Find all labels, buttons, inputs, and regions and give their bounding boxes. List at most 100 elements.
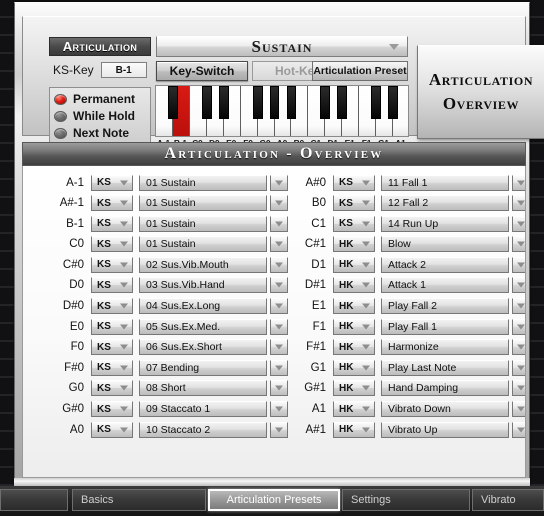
row-articulation-dropdown-button[interactable] [270,359,288,376]
row-articulation-field[interactable]: Vibrato Down [381,401,509,418]
row-articulation-field[interactable]: 04 Sus.Ex.Long [139,298,267,315]
tab-settings[interactable]: Settings [342,489,470,511]
row-articulation-field[interactable]: 12 Fall 2 [381,195,509,212]
row-articulation-field[interactable]: Attack 1 [381,277,509,294]
black-key-c0-sharp[interactable] [201,86,212,119]
row-articulation-field[interactable]: 08 Short [139,380,267,397]
trigger-mode-next-note[interactable]: Next Note [54,125,150,142]
row-type-dropdown[interactable]: KS [91,359,133,376]
row-articulation-dropdown-button[interactable] [512,298,525,315]
row-type-dropdown[interactable]: KS [91,174,133,191]
row-type-dropdown[interactable]: KS [333,174,375,191]
row-articulation-field[interactable]: 11 Fall 1 [381,174,509,191]
row-articulation-field[interactable]: 14 Run Up [381,215,509,232]
row-articulation-dropdown-button[interactable] [270,298,288,315]
row-articulation-field[interactable]: 07 Bending [139,359,267,376]
row-type-dropdown[interactable]: HK [333,339,375,356]
row-articulation-field[interactable]: 03 Sus.Vib.Hand [139,277,267,294]
row-type-dropdown[interactable]: HK [333,236,375,253]
row-articulation-field[interactable]: Vibrato Up [381,421,509,438]
row-articulation-field[interactable]: 01 Sustain [139,195,267,212]
black-key-c1-sharp[interactable] [320,86,331,119]
tab-articulation-presets[interactable]: Articulation Presets [208,489,340,511]
row-type-dropdown[interactable]: KS [91,318,133,335]
row-articulation-field[interactable]: 09 Staccato 1 [139,401,267,418]
row-articulation-dropdown-button[interactable] [512,277,525,294]
row-articulation-field[interactable]: Play Last Note [381,359,509,376]
trigger-mode-permanent[interactable]: Permanent [54,91,150,108]
row-type-dropdown[interactable]: KS [91,236,133,253]
row-type-dropdown[interactable]: KS [333,215,375,232]
row-type-dropdown[interactable]: HK [333,401,375,418]
row-articulation-dropdown-button[interactable] [512,256,525,273]
row-type-dropdown[interactable]: KS [91,195,133,212]
row-articulation-dropdown-button[interactable] [270,380,288,397]
piano-keyboard[interactable] [155,85,409,137]
row-articulation-field[interactable]: 05 Sus.Ex.Med. [139,318,267,335]
row-type-dropdown[interactable]: KS [91,380,133,397]
row-articulation-dropdown-button[interactable] [512,174,525,191]
row-articulation-dropdown-button[interactable] [512,195,525,212]
row-articulation-dropdown-button[interactable] [270,195,288,212]
row-type-dropdown[interactable]: KS [91,215,133,232]
row-type-dropdown[interactable]: KS [91,339,133,356]
row-articulation-field[interactable]: 01 Sustain [139,236,267,253]
row-articulation-dropdown-button[interactable] [270,339,288,356]
row-articulation-field[interactable]: Hand Damping [381,380,509,397]
row-articulation-field[interactable]: 01 Sustain [139,215,267,232]
row-articulation-dropdown-button[interactable] [512,339,525,356]
row-articulation-dropdown-button[interactable] [512,215,525,232]
row-articulation-dropdown-button[interactable] [512,421,525,438]
row-type-dropdown[interactable]: KS [91,401,133,418]
black-key-f0-sharp[interactable] [252,86,263,119]
black-key-g0-sharp[interactable] [269,86,280,119]
row-articulation-dropdown-button[interactable] [270,318,288,335]
row-type-dropdown[interactable]: KS [91,298,133,315]
row-articulation-dropdown-button[interactable] [270,215,288,232]
row-articulation-dropdown-button[interactable] [270,277,288,294]
tab-basics[interactable]: Basics [72,489,206,511]
row-type-dropdown[interactable]: HK [333,298,375,315]
black-key-d0-sharp[interactable] [218,86,229,119]
row-articulation-dropdown-button[interactable] [270,421,288,438]
key-switch-button[interactable]: Key-Switch [156,61,248,81]
row-articulation-field[interactable]: 02 Sus.Vib.Mouth [139,256,267,273]
row-articulation-field[interactable]: 06 Sus.Ex.Short [139,339,267,356]
row-articulation-dropdown-button[interactable] [270,256,288,273]
row-articulation-dropdown-button[interactable] [512,401,525,418]
row-type-dropdown[interactable]: HK [333,359,375,376]
black-key-a-1-sharp[interactable] [168,86,178,119]
preset-select[interactable]: Sustain [156,36,408,57]
ks-key-value[interactable]: B-1 [100,62,147,78]
row-articulation-dropdown-button[interactable] [270,401,288,418]
row-type-dropdown[interactable]: HK [333,318,375,335]
black-key-d1-sharp[interactable] [337,86,348,119]
black-key-a0-sharp[interactable] [286,86,297,119]
row-articulation-field[interactable]: Attack 2 [381,256,509,273]
row-articulation-field[interactable]: 01 Sustain [139,174,267,191]
row-articulation-field[interactable]: Blow [381,236,509,253]
row-type-dropdown[interactable]: HK [333,277,375,294]
row-articulation-dropdown-button[interactable] [512,318,525,335]
row-articulation-dropdown-button[interactable] [270,174,288,191]
row-articulation-dropdown-button[interactable] [270,236,288,253]
row-type-dropdown[interactable]: HK [333,380,375,397]
tab-blank[interactable] [0,489,68,511]
trigger-mode-while-hold[interactable]: While Hold [54,108,150,125]
row-articulation-field[interactable]: 10 Staccato 2 [139,421,267,438]
row-articulation-field[interactable]: Play Fall 2 [381,298,509,315]
row-articulation-dropdown-button[interactable] [512,380,525,397]
row-type-dropdown[interactable]: KS [333,195,375,212]
row-type-dropdown[interactable]: KS [91,256,133,273]
row-type-dropdown[interactable]: HK [333,421,375,438]
row-type-dropdown[interactable]: KS [91,277,133,294]
row-articulation-dropdown-button[interactable] [512,359,525,376]
row-articulation-dropdown-button[interactable] [512,236,525,253]
black-key-g1-sharp[interactable] [388,86,398,119]
articulation-preset-button[interactable]: Articulation Preset [312,61,408,81]
row-type-dropdown[interactable]: KS [91,421,133,438]
black-key-f1-sharp[interactable] [371,86,382,119]
tab-vibrato[interactable]: Vibrato [472,489,544,511]
row-articulation-field[interactable]: Play Fall 1 [381,318,509,335]
row-type-dropdown[interactable]: HK [333,256,375,273]
